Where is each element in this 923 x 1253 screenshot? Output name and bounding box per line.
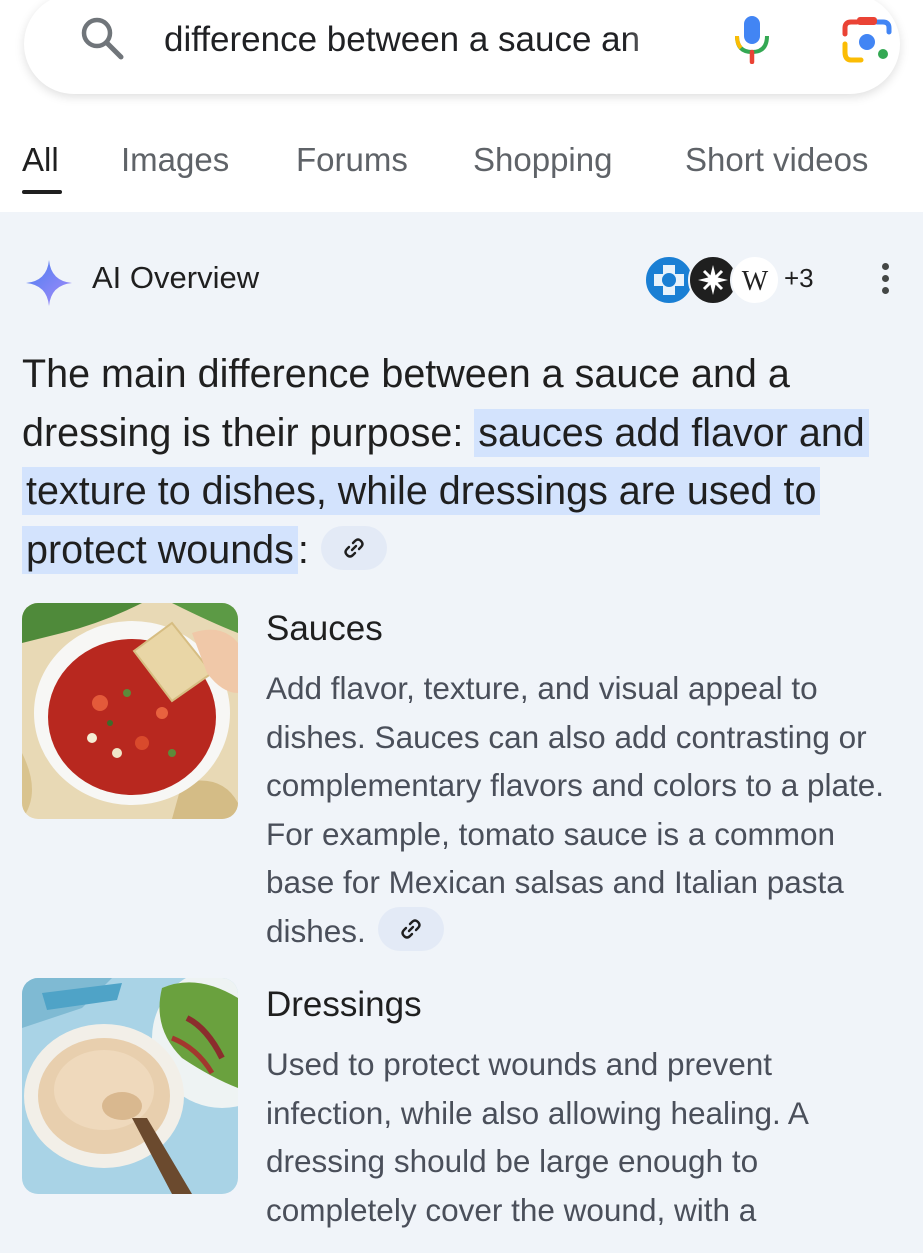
sources-stack[interactable]: W +3: [644, 255, 834, 305]
search-icon[interactable]: [78, 14, 126, 62]
search-input[interactable]: difference between a sauce an: [164, 18, 694, 62]
link-icon: [401, 919, 421, 939]
sauces-title: Sauces: [266, 609, 383, 648]
gemini-sparkle-icon: [26, 260, 72, 306]
dressings-image[interactable]: [22, 978, 238, 1194]
tab-all-underline: [22, 190, 62, 194]
search-header: difference between a sauce an All Images…: [0, 0, 923, 212]
tab-all[interactable]: All: [22, 138, 59, 182]
sauces-image[interactable]: [22, 603, 238, 819]
tab-forums[interactable]: Forums: [296, 138, 408, 182]
summary-suffix: :: [297, 527, 309, 572]
search-bar[interactable]: difference between a sauce an: [24, 0, 900, 94]
source-favicon-medical-icon: [644, 255, 694, 305]
search-input-fade: [624, 14, 700, 66]
link-icon: [344, 538, 364, 558]
sauces-source-link[interactable]: [377, 907, 444, 952]
sources-more-count: +3: [784, 263, 814, 293]
tab-shopping[interactable]: Shopping: [473, 138, 612, 182]
source-favicon-wikipedia-icon: W: [730, 255, 780, 305]
lens-icon[interactable]: [839, 14, 895, 66]
svg-text:W: W: [742, 266, 769, 297]
sauces-description: Add flavor, texture, and visual appeal t…: [266, 664, 906, 955]
ai-overview-header: AI Overview W +3: [0, 242, 923, 312]
ai-overview-title: AI Overview: [92, 260, 260, 295]
tab-short-videos[interactable]: Short videos: [685, 138, 868, 182]
tab-images[interactable]: Images: [121, 138, 229, 182]
search-tabs: All Images Forums Shopping Short videos: [0, 130, 923, 200]
microphone-icon[interactable]: [727, 14, 777, 64]
dressings-description: Used to protect wounds and prevent infec…: [266, 1046, 808, 1228]
ai-overview-summary: The main difference between a sauce and …: [22, 345, 906, 579]
summary-source-link[interactable]: [320, 526, 387, 571]
dressings-title: Dressings: [266, 985, 422, 1024]
sauces-description-text: Add flavor, texture, and visual appeal t…: [266, 670, 885, 949]
more-options-icon[interactable]: [872, 260, 898, 304]
